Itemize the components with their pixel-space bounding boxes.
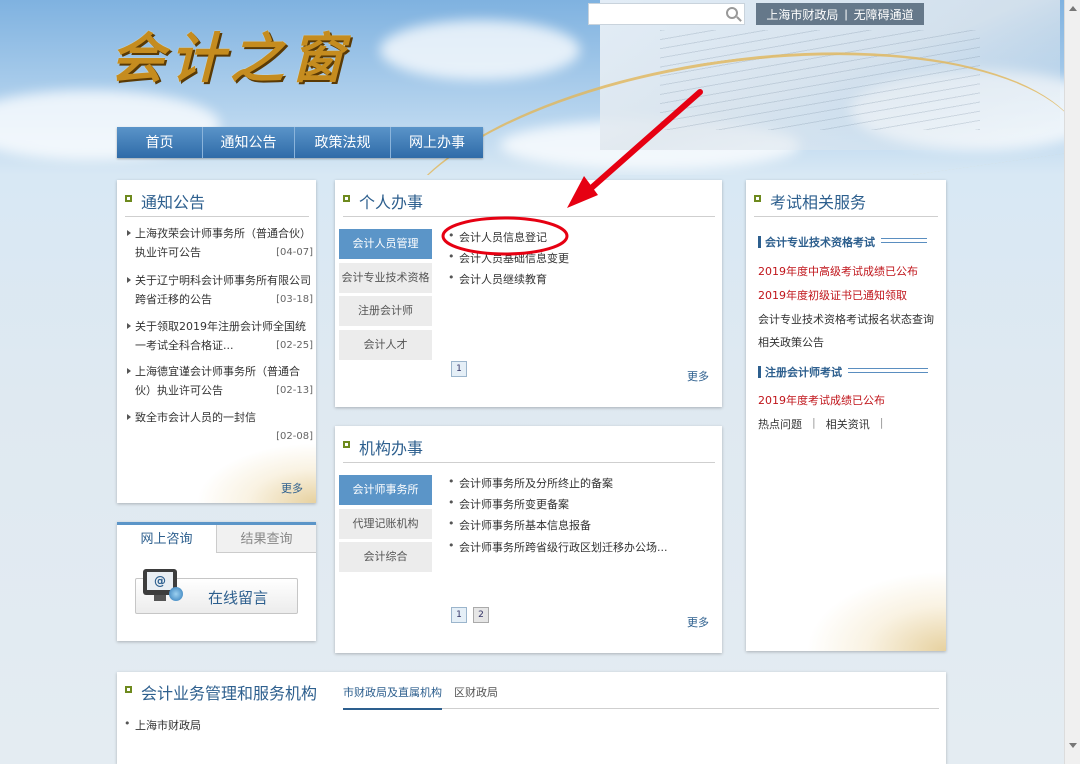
- list-item[interactable]: 会计人员继续教育: [448, 271, 547, 287]
- arrow-right-icon: [127, 230, 131, 236]
- institutions-panel: 会计业务管理和服务机构 市财政局及直属机构 区财政局 上海市财政局: [117, 672, 946, 764]
- search-icon[interactable]: [726, 7, 738, 19]
- notice-item[interactable]: 关于辽宁明科会计师事务所有限公司跨省迁移的公告 [03-18]: [127, 271, 313, 309]
- notice-title: 通知公告: [141, 195, 206, 212]
- arrow-right-icon: [127, 368, 131, 374]
- tab-accounting-talent[interactable]: 会计人才: [339, 330, 432, 360]
- red-arrow-head-icon: [567, 176, 598, 208]
- search-box: [588, 3, 745, 25]
- scroll-down-icon[interactable]: [1069, 743, 1077, 748]
- list-item[interactable]: 会计师事务所及分所终止的备案: [448, 475, 613, 491]
- notice-item[interactable]: 致全市会计人员的一封信 [02-08]: [127, 408, 313, 446]
- red-circle-highlight: [441, 216, 569, 256]
- personal-title: 个人办事: [359, 195, 424, 212]
- org-panel: 机构办事 会计师事务所 代理记账机构 会计综合 会计师事务所及分所终止的备案 会…: [335, 426, 722, 653]
- computer-mail-icon: @: [143, 569, 183, 603]
- exam-link[interactable]: 2019年度中高级考试成绩已公布: [758, 263, 918, 279]
- personal-more-link[interactable]: 更多: [687, 368, 709, 384]
- tab-bookkeeping-agency[interactable]: 代理记账机构: [339, 509, 432, 539]
- page-2-button[interactable]: 2: [473, 607, 489, 623]
- list-item[interactable]: 会计师事务所跨省级行政区划迁移办公场...: [448, 539, 667, 555]
- list-item[interactable]: 会计师事务所基本信息报备: [448, 517, 591, 533]
- bullet-square-icon: [343, 195, 350, 202]
- annotation-overlay: [441, 89, 703, 256]
- tab-accounting-firm[interactable]: 会计师事务所: [339, 475, 432, 505]
- exam-panel: 考试相关服务 会计专业技术资格考试 2019年度中高级考试成绩已公布 2019年…: [746, 180, 946, 651]
- bullet-square-icon: [343, 441, 350, 448]
- exam-link[interactable]: 相关政策公告: [758, 334, 824, 350]
- red-arrow-icon: [577, 89, 703, 201]
- top-links: 上海市财政局 | 无障碍通道: [756, 3, 924, 25]
- notice-panel: 通知公告 上海孜荣会计师事务所（普通合伙）执业许可公告 [04-07] 关于辽宁明…: [117, 180, 316, 503]
- main-nav: 首页 通知公告 政策法规 网上办事: [117, 127, 483, 158]
- tab-result-query[interactable]: 结果查询: [216, 525, 316, 553]
- notice-item[interactable]: 关于领取2019年注册会计师全国统一考试全科合格证... [02-25]: [127, 317, 313, 355]
- tab-city-bureau[interactable]: 市财政局及直属机构: [343, 684, 442, 710]
- list-item[interactable]: 会计师事务所变更备案: [448, 496, 569, 512]
- org-more-link[interactable]: 更多: [687, 614, 709, 630]
- page-1-button[interactable]: 1: [451, 607, 467, 623]
- vertical-scrollbar[interactable]: [1064, 0, 1080, 764]
- institutions-title: 会计业务管理和服务机构: [141, 686, 318, 703]
- exam-title: 考试相关服务: [770, 195, 867, 212]
- notice-item[interactable]: 上海德宜谨会计师事务所（普通合伙）执业许可公告 [02-13]: [127, 362, 313, 400]
- link-accessibility[interactable]: 无障碍通道: [854, 6, 914, 23]
- bullet-square-icon: [754, 195, 761, 202]
- search-input[interactable]: [589, 4, 717, 24]
- bullet-square-icon: [125, 686, 132, 693]
- page-1-button[interactable]: 1: [451, 361, 467, 377]
- tab-technical-qualification[interactable]: 会计专业技术资格: [339, 263, 432, 293]
- tab-cpa[interactable]: 注册会计师: [339, 296, 432, 326]
- site-logo[interactable]: 会计之窗: [110, 14, 350, 93]
- tab-district-bureau[interactable]: 区财政局: [454, 684, 498, 700]
- list-item[interactable]: 上海市财政局: [124, 717, 201, 733]
- consult-panel: 网上咨询 结果查询 @ 在线留言: [117, 522, 316, 641]
- exam-link[interactable]: 会计专业技术资格考试报名状态查询: [758, 311, 934, 327]
- link-finance-bureau[interactable]: 上海市财政局: [766, 6, 838, 23]
- section-accounting-qualification: 会计专业技术资格考试: [758, 234, 927, 250]
- exam-link[interactable]: 2019年度考试成绩已公布: [758, 392, 885, 408]
- scroll-up-icon[interactable]: [1069, 6, 1077, 11]
- link-related-news[interactable]: 相关资讯: [826, 416, 870, 432]
- notice-item[interactable]: 上海孜荣会计师事务所（普通合伙）执业许可公告 [04-07]: [127, 224, 313, 262]
- arrow-right-icon: [127, 277, 131, 283]
- bullet-square-icon: [125, 195, 132, 202]
- tab-accounting-general[interactable]: 会计综合: [339, 542, 432, 572]
- arrow-right-icon: [127, 323, 131, 329]
- arrow-right-icon: [127, 414, 131, 420]
- org-title: 机构办事: [359, 441, 424, 458]
- section-cpa-exam: 注册会计师考试: [758, 364, 928, 380]
- link-separator: |: [844, 7, 848, 21]
- nav-home[interactable]: 首页: [117, 127, 203, 158]
- online-message-button[interactable]: @ 在线留言: [135, 569, 298, 614]
- tab-online-consult[interactable]: 网上咨询: [117, 525, 216, 553]
- exam-link[interactable]: 2019年度初级证书已通知领取: [758, 287, 907, 303]
- nav-notices[interactable]: 通知公告: [203, 127, 295, 158]
- nav-policies[interactable]: 政策法规: [295, 127, 391, 158]
- tab-accountant-management[interactable]: 会计人员管理: [339, 229, 432, 259]
- notice-more-link[interactable]: 更多: [281, 480, 303, 496]
- exam-extra-links: 热点问题 | 相关资讯 |: [758, 416, 884, 432]
- link-hot-issues[interactable]: 热点问题: [758, 416, 802, 432]
